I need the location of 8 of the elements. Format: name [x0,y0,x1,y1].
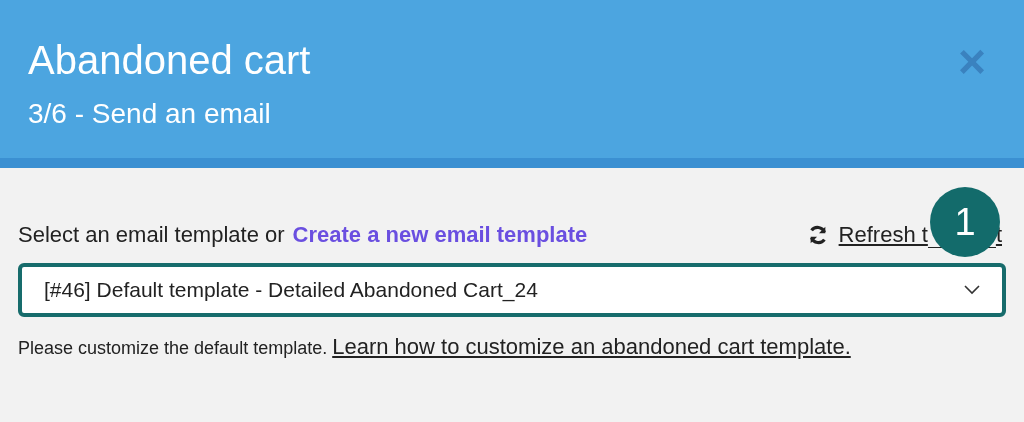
field-label: Select an email template or [18,221,285,249]
dialog-title: Abandoned cart [28,37,311,84]
template-select[interactable]: [#46] Default template - Detailed Abandoned Cart_24 [18,263,1006,317]
create-template-link[interactable]: Create a new email template [292,218,588,251]
help-text: Please customize the default template. Learn how to customize an abandoned cart template. [18,333,852,361]
chevron-down-icon [964,285,980,295]
customize-help-link[interactable]: Learn how to customize an abandoned cart template. [332,334,851,359]
dialog-subtitle: 3/6 - Send an email [28,97,272,131]
